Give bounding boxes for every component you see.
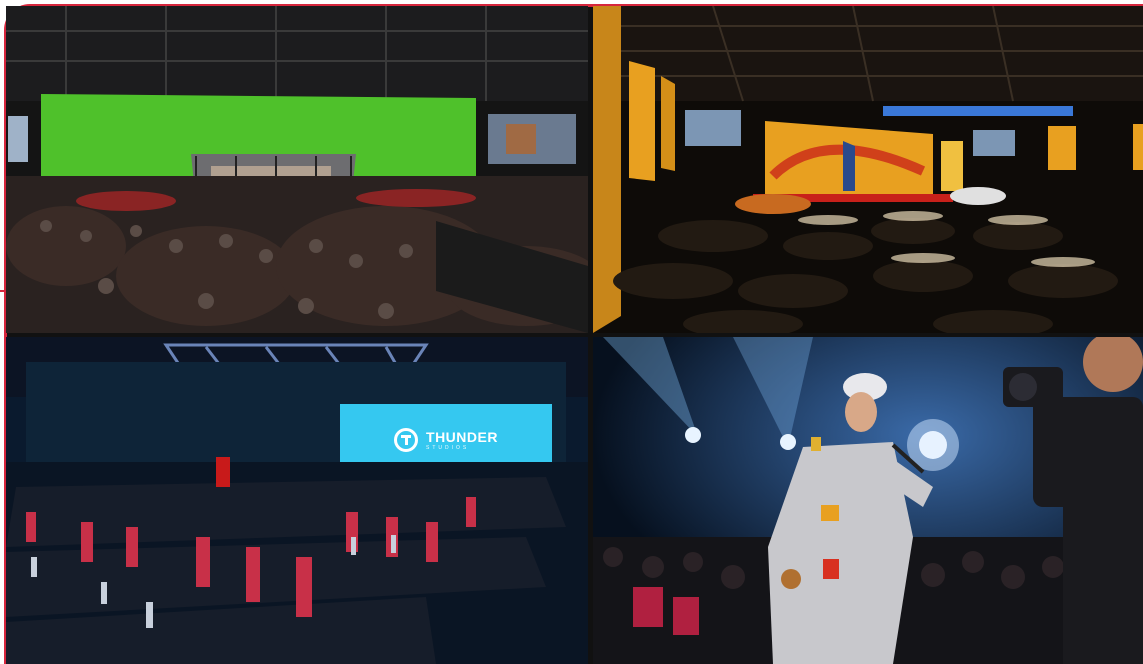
thunder-logo-icon [394, 428, 419, 452]
thunder-logo-name: THUNDER [426, 428, 498, 445]
photo-live-performance [593, 337, 1143, 664]
thunder-logo-sub: STUDIOS [426, 444, 470, 451]
photo-conference-hall: THUNDER STUDIOS [6, 337, 588, 664]
thunder-logo: THUNDER STUDIOS [340, 404, 552, 476]
photo-green-screen-arena [6, 6, 588, 333]
photo-gala-dinner [593, 6, 1143, 333]
